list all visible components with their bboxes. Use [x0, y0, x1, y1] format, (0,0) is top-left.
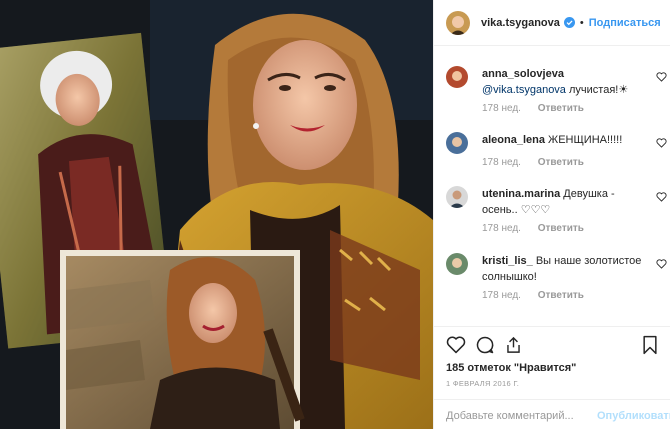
comment-username[interactable]: aleona_lena	[482, 134, 545, 146]
add-comment-bar: Добавьте комментарий... Опубликовать	[434, 399, 670, 429]
verified-badge-icon	[563, 17, 575, 28]
author-avatar[interactable]	[446, 10, 470, 35]
post-photo-illustration	[0, 0, 433, 429]
comment-time: 178 нед.	[482, 157, 521, 168]
comments-list[interactable]: anna_solovjeva @vika.tsyganova лучистая!…	[434, 46, 670, 326]
reply-button[interactable]: Ответить	[538, 290, 584, 301]
comment-text: kristi_lis_ Вы наше золотистое солнышко!	[482, 253, 642, 285]
post-side-panel: vika.tsyganova • Подписаться anna_solovj…	[433, 0, 670, 429]
comment-avatar[interactable]	[446, 66, 468, 88]
comment-text: anna_solovjeva @vika.tsyganova лучистая!…	[482, 66, 642, 98]
comment-time: 178 нед.	[482, 103, 521, 114]
post-actions: 185 отметок "Нравится" 1 ФЕВРАЛЯ 2016 Г.…	[434, 326, 670, 429]
comment-text: utenina.marina Девушка - осень.. ♡♡♡	[482, 186, 642, 218]
share-icon[interactable]	[504, 335, 523, 355]
reply-button[interactable]: Ответить	[538, 223, 584, 234]
comment-like-icon[interactable]	[656, 192, 667, 202]
post-header: vika.tsyganova • Подписаться	[434, 0, 670, 46]
comment-username[interactable]: anna_solovjeva	[482, 68, 564, 80]
comment-time: 178 нед.	[482, 290, 521, 301]
comment-like-icon[interactable]	[656, 72, 667, 82]
comment-meta: 178 нед. Ответить	[482, 103, 598, 114]
comment-icon[interactable]	[475, 335, 495, 355]
reply-button[interactable]: Ответить	[538, 103, 584, 114]
comment-meta: 178 нед. Ответить	[482, 223, 598, 234]
comment-meta: 178 нед. Ответить	[482, 290, 598, 301]
follow-button[interactable]: Подписаться	[589, 17, 661, 29]
likes-count[interactable]: 185 отметок "Нравится"	[446, 362, 576, 374]
comment-content: ЖЕНЩИНА!!!!!	[544, 134, 623, 146]
comment-username[interactable]: kristi_lis_	[482, 255, 533, 267]
inset-photo	[60, 250, 305, 429]
comment-text: aleona_lena ЖЕНЩИНА!!!!!	[482, 132, 642, 148]
comment-avatar[interactable]	[446, 132, 468, 154]
bookmark-icon[interactable]	[642, 335, 658, 355]
comment-time: 178 нед.	[482, 223, 521, 234]
header-separator: •	[579, 16, 584, 29]
comment-avatar[interactable]	[446, 186, 468, 208]
comment-meta: 178 нед. Ответить	[482, 157, 598, 168]
reply-button[interactable]: Ответить	[538, 157, 584, 168]
comment-avatar[interactable]	[446, 253, 468, 275]
comment-mention[interactable]: @vika.tsyganova	[482, 84, 566, 96]
comment-like-icon[interactable]	[656, 259, 667, 269]
action-icons-row	[446, 335, 659, 357]
post-date: 1 ФЕВРАЛЯ 2016 Г.	[446, 379, 520, 388]
author-username[interactable]: vika.tsyganova	[481, 17, 560, 29]
comment-content: лучистая!☀	[565, 84, 629, 96]
heart-icon[interactable]	[446, 335, 466, 354]
comment-input[interactable]: Добавьте комментарий...	[446, 410, 574, 422]
post-photo[interactable]	[0, 0, 433, 429]
publish-button[interactable]: Опубликовать	[597, 410, 670, 422]
comment-username[interactable]: utenina.marina	[482, 188, 560, 200]
comment-like-icon[interactable]	[656, 138, 667, 148]
